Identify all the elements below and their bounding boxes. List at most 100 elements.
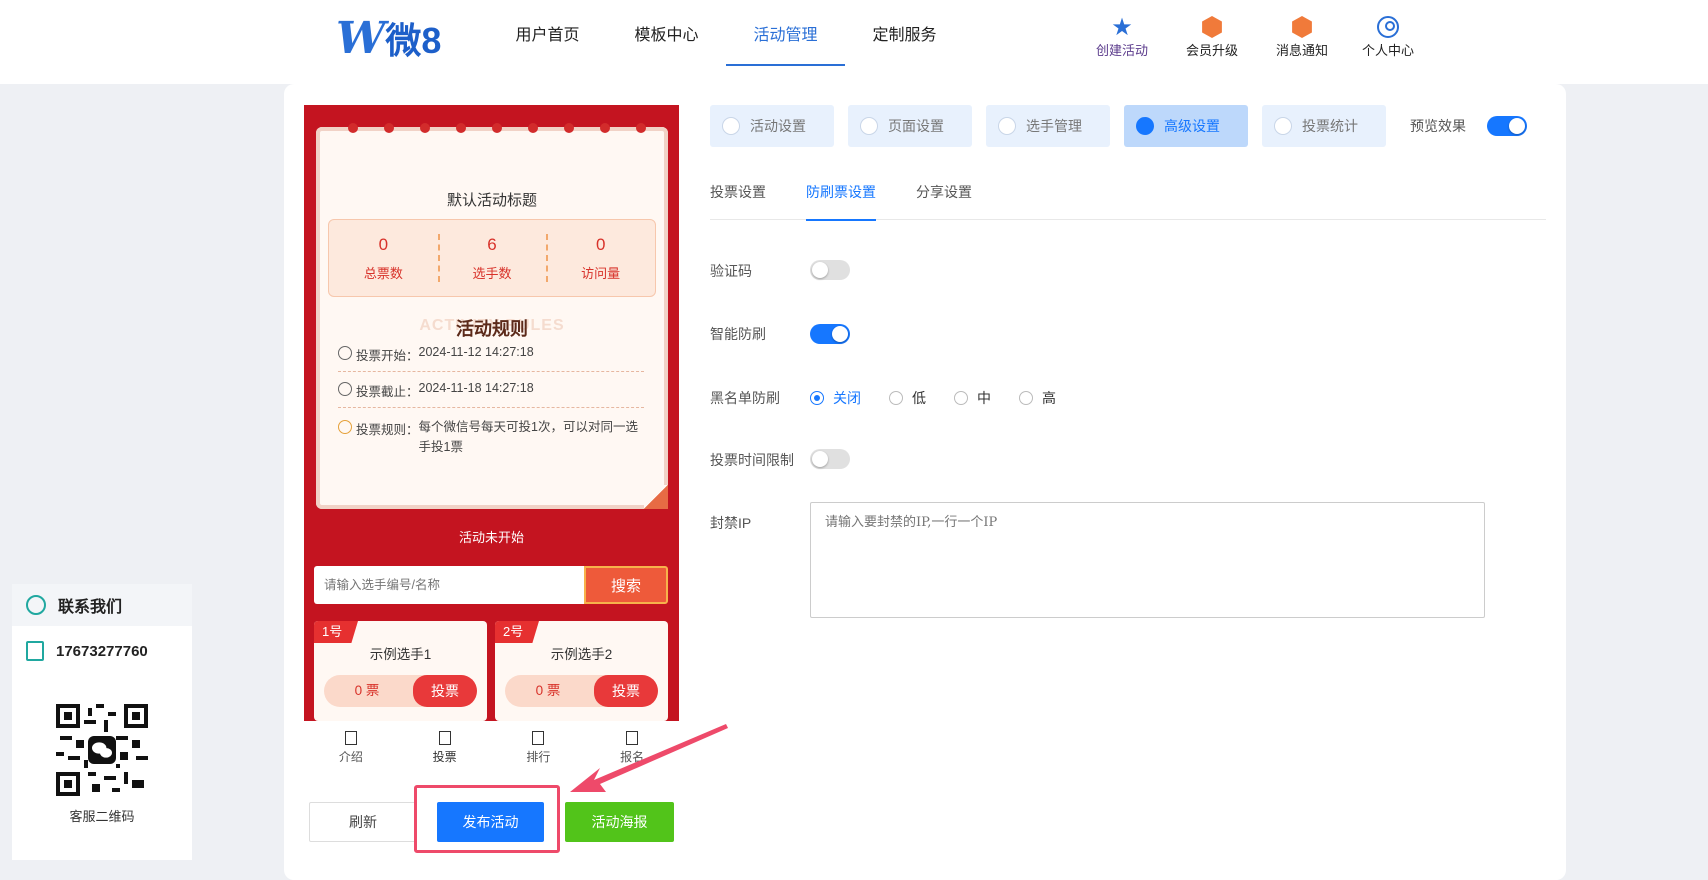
stat-label: 访问量 <box>581 265 621 281</box>
vote-rule-text: 每个微信号每天可投1次，可以对同一选手投1票 <box>418 420 638 454</box>
vote-button[interactable]: 投票 <box>594 675 658 707</box>
intro-icon <box>344 731 357 745</box>
heart-icon <box>722 117 740 135</box>
blacklist-option-medium[interactable]: 中 <box>954 388 991 408</box>
rules-title: 活动规则 <box>456 319 528 339</box>
create-activity-button[interactable]: ★ 创建活动 <box>1096 14 1148 64</box>
headset-icon <box>26 595 46 615</box>
activity-poster-button[interactable]: 活动海报 <box>565 802 674 842</box>
tab-vote-statistics[interactable]: 投票统计 <box>1262 105 1386 147</box>
nav-item-templates[interactable]: 模板中心 <box>607 0 726 66</box>
blacklist-label: 黑名单防刷 <box>710 390 780 406</box>
captcha-toggle[interactable] <box>810 260 850 280</box>
notification-button[interactable]: 消息通知 <box>1276 14 1328 64</box>
player-vote-bar: 0 票 投票 <box>324 675 477 707</box>
personal-center-button[interactable]: 个人中心 <box>1362 14 1414 64</box>
player-search-input[interactable] <box>314 566 584 604</box>
binding-ring-icon <box>348 123 358 133</box>
crown-badge-icon <box>1202 16 1222 38</box>
person-icon <box>998 117 1016 135</box>
radio-circle <box>1019 391 1033 405</box>
stat-value: 6 <box>487 234 497 254</box>
radio-circle <box>954 391 968 405</box>
vote-start-time: 2024-11-12 14:27:18 <box>418 345 534 359</box>
subtab-share-settings[interactable]: 分享设置 <box>916 168 972 220</box>
member-upgrade-label: 会员升级 <box>1186 43 1239 58</box>
blacklist-option-off[interactable]: 关闭 <box>810 388 861 408</box>
preview-effect-toggle[interactable] <box>1487 116 1527 136</box>
stat-value: 0 <box>595 234 606 254</box>
tab-player-management[interactable]: 选手管理 <box>986 105 1110 147</box>
contact-title: 联系我们 <box>58 599 123 616</box>
player-vote-bar: 0 票 投票 <box>505 675 658 707</box>
vote-end-time: 2024-11-18 14:27:18 <box>418 381 534 395</box>
ranking-icon <box>532 731 545 745</box>
smart-anti-fraud-toggle[interactable] <box>810 324 850 344</box>
stat-label: 选手数 <box>472 265 512 281</box>
player-name: 示例选手2 <box>550 647 613 662</box>
logo-mark: W <box>336 12 385 64</box>
highlight-annotation <box>414 785 560 853</box>
player-vote-count: 0 票 <box>535 683 561 698</box>
binding-ring-icon <box>528 123 538 133</box>
stat-player-count: 6 选手数 <box>437 220 547 296</box>
tab-advanced-settings[interactable]: 高级设置 <box>1124 105 1248 147</box>
sliders-icon <box>1136 117 1154 135</box>
time-limit-label: 投票时间限制 <box>710 452 794 468</box>
nav-item-custom-service[interactable]: 定制服务 <box>845 0 964 66</box>
player-vote-count: 0 票 <box>354 683 380 698</box>
ban-ip-label: 封禁IP <box>710 515 752 531</box>
contact-phone-number[interactable]: 17673277760 <box>56 643 148 660</box>
tab-activity-settings[interactable]: 活动设置 <box>710 105 834 147</box>
bell-badge-icon <box>1292 16 1312 38</box>
refresh-button[interactable]: 刷新 <box>309 802 417 842</box>
radio-label: 低 <box>912 390 926 406</box>
tab-page-settings[interactable]: 页面设置 <box>848 105 972 147</box>
chart-icon <box>1274 117 1292 135</box>
player-card[interactable]: 2号 示例选手2 0 票 投票 <box>495 621 668 721</box>
subtab-anti-fraud[interactable]: 防刷票设置 <box>806 168 876 221</box>
nav-item-home[interactable]: 用户首页 <box>488 0 607 66</box>
tab-label: 排行 <box>526 750 551 764</box>
player-card[interactable]: 1号 示例选手1 0 票 投票 <box>314 621 487 721</box>
preview-effect-label: 预览效果 <box>1410 118 1466 134</box>
contact-phone-row: 17673277760 <box>12 626 192 676</box>
logo-text: 微8 <box>385 20 442 61</box>
logo[interactable]: W 微8 <box>336 12 442 64</box>
blacklist-option-low[interactable]: 低 <box>889 388 926 408</box>
tab-label: 介绍 <box>338 750 363 764</box>
blacklist-option-high[interactable]: 高 <box>1019 388 1056 408</box>
tab-label: 活动设置 <box>750 118 806 134</box>
clock-icon <box>338 346 352 360</box>
qr-code-label: 客服二维码 <box>69 809 135 824</box>
contact-panel: 联系我们 17673277760 客服二维码 <box>12 584 192 860</box>
vote-icon <box>438 731 451 745</box>
annotation-arrow-icon <box>570 724 728 792</box>
tab-label: 选手管理 <box>1026 118 1082 134</box>
ban-ip-textarea[interactable] <box>810 502 1485 618</box>
vote-button[interactable]: 投票 <box>413 675 477 707</box>
binding-ring-icon <box>636 123 646 133</box>
binding-ring-icon <box>564 123 574 133</box>
search-button[interactable]: 搜索 <box>584 566 668 604</box>
contact-header: 联系我们 <box>12 584 192 626</box>
subtab-vote-settings[interactable]: 投票设置 <box>710 168 766 220</box>
time-limit-toggle[interactable] <box>810 449 850 469</box>
settings-tabs: 活动设置 页面设置 选手管理 高级设置 投票统计 <box>710 105 1400 147</box>
notification-label: 消息通知 <box>1276 43 1329 58</box>
activity-info-card: 默认活动标题 0 总票数 6 选手数 0 访问量 ACTIVITY RULES … <box>316 123 668 509</box>
tab-vote[interactable]: 投票 <box>398 721 492 771</box>
activity-status: 活动未开始 <box>458 530 524 545</box>
player-number-tag: 2号 <box>495 621 539 643</box>
vote-start-label: 投票开始： <box>356 349 419 363</box>
nav-item-activity-management[interactable]: 活动管理 <box>726 0 845 66</box>
binding-ring-icon <box>420 123 430 133</box>
top-navbar: W 微8 用户首页 模板中心 活动管理 定制服务 ★ 创建活动 会员升级 消息通… <box>0 0 1708 84</box>
tab-intro[interactable]: 介绍 <box>304 721 398 771</box>
divider <box>338 407 644 408</box>
clock-icon <box>338 382 352 396</box>
stat-total-votes: 0 总票数 <box>329 220 438 296</box>
member-upgrade-button[interactable]: 会员升级 <box>1186 14 1238 64</box>
create-activity-label: 创建活动 <box>1096 43 1149 58</box>
player-name: 示例选手1 <box>369 647 432 662</box>
